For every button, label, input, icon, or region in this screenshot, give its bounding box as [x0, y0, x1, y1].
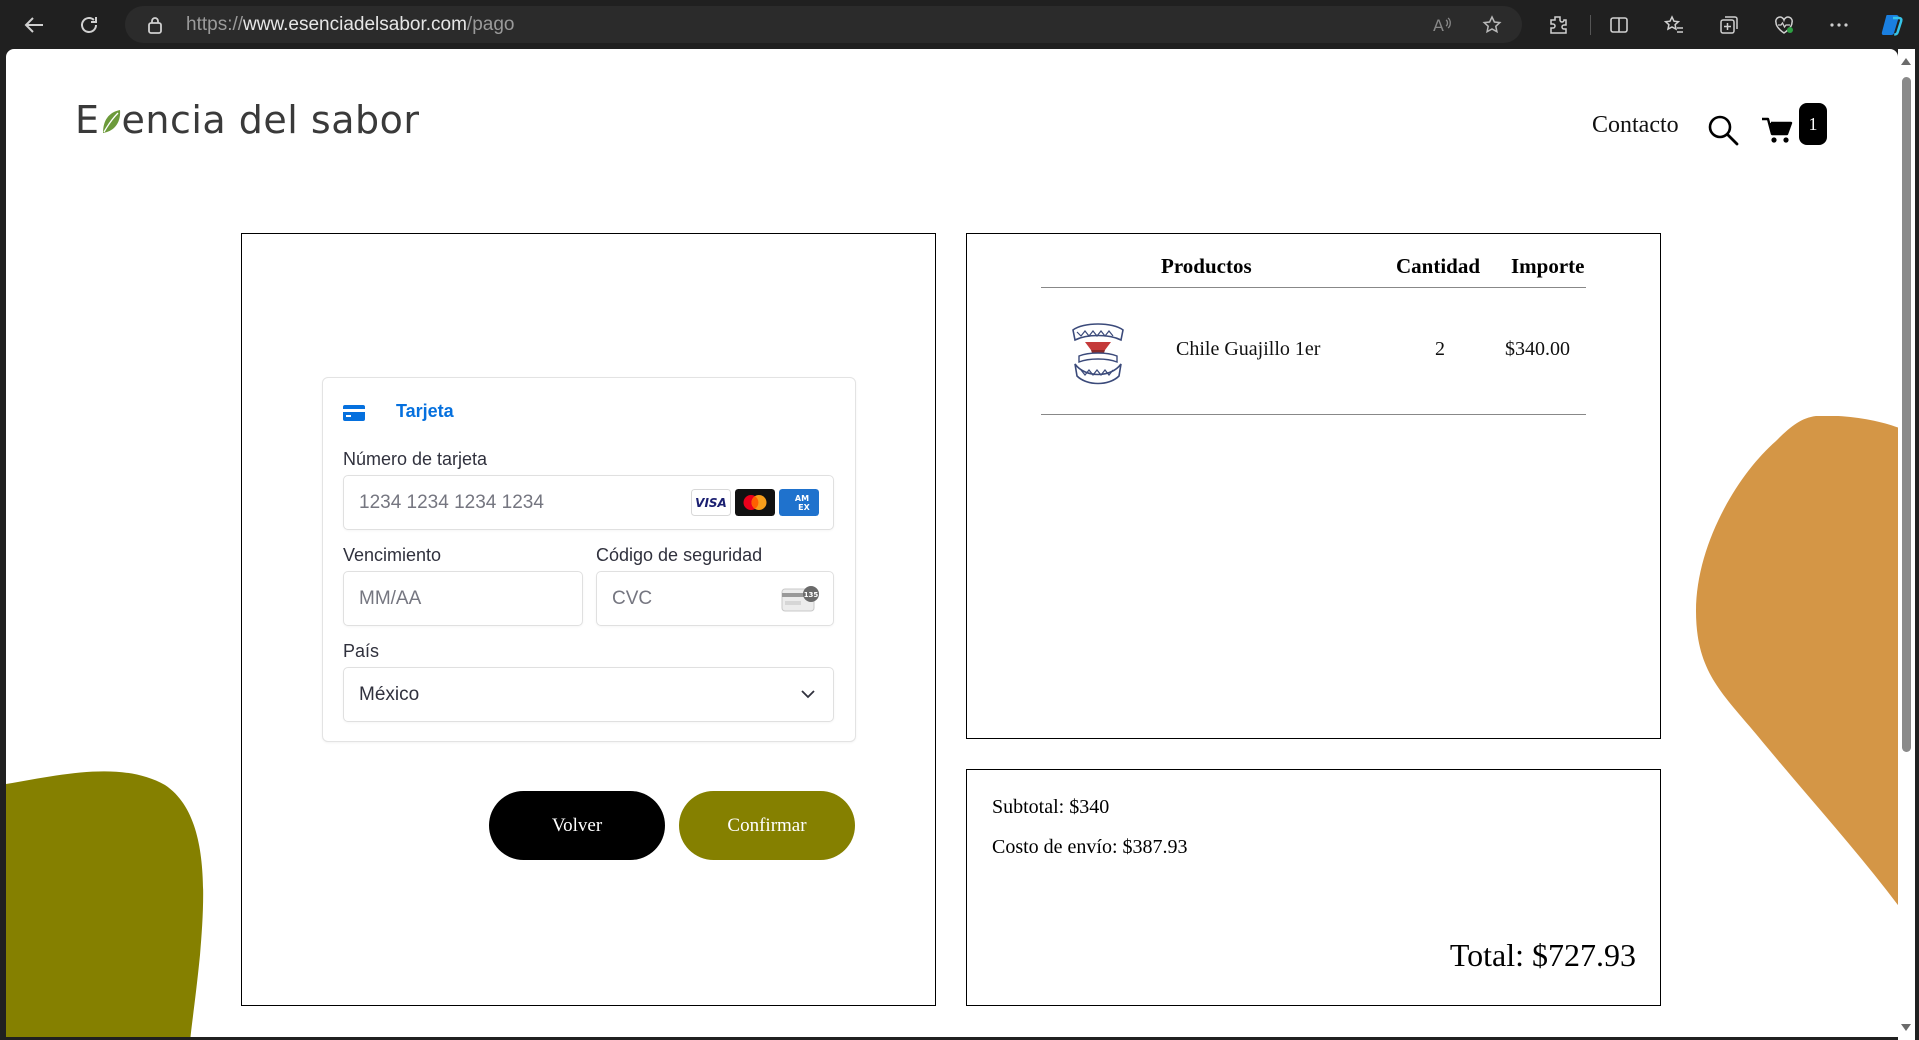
cvc-field[interactable]: CVC 135 [596, 571, 834, 626]
expiry-field[interactable]: MM/AA [343, 571, 583, 626]
browser-essentials-icon[interactable] [1771, 12, 1797, 38]
search-icon[interactable] [1706, 113, 1740, 147]
svg-text:A: A [1433, 16, 1444, 34]
visa-icon: VISA [691, 489, 731, 516]
reload-icon[interactable] [72, 8, 106, 42]
collections-icon[interactable] [1716, 12, 1742, 38]
expiry-label: Vencimiento [343, 545, 442, 565]
logo-text: encia del sabor [121, 98, 420, 142]
col-header-quantity: Cantidad [1396, 254, 1481, 278]
page-scrollbar[interactable] [1898, 49, 1915, 1040]
country-select[interactable]: México [343, 667, 834, 722]
scroll-up-icon[interactable] [1901, 58, 1911, 65]
card-payment-form: Tarjeta Número de tarjeta 1234 1234 1234… [322, 377, 856, 742]
expiry-placeholder: MM/AA [359, 588, 422, 609]
product-thumbnail [1072, 323, 1124, 385]
card-number-field[interactable]: 1234 1234 1234 1234 VISA AM EX [343, 475, 834, 530]
url-path: /pago [466, 14, 515, 35]
subtotal-text: Subtotal: $340 [992, 796, 1110, 818]
address-bar[interactable]: https://www.esenciadelsabor.com/pago A [125, 6, 1522, 43]
toolbar-divider [1590, 15, 1591, 35]
confirm-button[interactable]: Confirmar [679, 791, 855, 860]
country-label: País [343, 641, 380, 661]
country-value: México [359, 684, 420, 705]
svg-text:135: 135 [804, 591, 819, 599]
col-header-products: Productos [1161, 254, 1252, 278]
amex-icon: AM EX [779, 489, 819, 516]
product-name: Chile Guajillo 1er [1176, 338, 1321, 360]
scroll-down-icon[interactable] [1901, 1024, 1911, 1031]
page-viewport: E encia del sabor Contacto 1 Tarjeta Núm… [6, 49, 1898, 1037]
cvc-placeholder: CVC [612, 588, 653, 609]
leaf-logo-icon [102, 110, 120, 133]
logo-first-letter: E [75, 98, 100, 142]
card-number-placeholder: 1234 1234 1234 1234 [359, 492, 544, 513]
tab-card[interactable]: Tarjeta [396, 401, 454, 422]
url-scheme: https:// [186, 14, 244, 35]
copilot-icon[interactable] [1879, 12, 1905, 38]
chevron-down-icon [801, 690, 815, 699]
row-divider [1041, 414, 1586, 415]
site-logo[interactable]: E encia del sabor [75, 98, 420, 142]
more-menu-icon[interactable] [1826, 12, 1852, 38]
cvc-card-icon: 135 [781, 586, 819, 612]
cvc-label: Código de seguridad [596, 545, 763, 565]
card-number-label: Número de tarjeta [343, 449, 488, 469]
back-button[interactable]: Volver [489, 791, 665, 860]
svg-text:VISA: VISA [695, 496, 727, 510]
product-amount: $340.00 [1505, 338, 1570, 360]
nav-contact-link[interactable]: Contacto [1592, 112, 1679, 139]
lock-icon[interactable] [147, 16, 163, 39]
order-products-panel: Productos Cantidad Importe Chile Guajill… [966, 233, 1661, 739]
credit-card-icon [343, 405, 365, 426]
url-text: https://www.esenciadelsabor.com/pago [186, 14, 514, 36]
svg-text:AM: AM [795, 494, 809, 503]
back-arrow-icon[interactable] [17, 8, 51, 42]
read-aloud-icon[interactable]: A [1432, 14, 1454, 36]
total-text: Total: $727.93 [1449, 937, 1636, 973]
mastercard-icon [735, 489, 775, 516]
cart-icon[interactable] [1761, 113, 1795, 147]
favorites-icon[interactable] [1661, 12, 1687, 38]
col-header-amount: Importe [1511, 254, 1585, 278]
cart-count-badge[interactable]: 1 [1799, 103, 1827, 145]
split-screen-icon[interactable] [1606, 12, 1632, 38]
header-divider [1041, 287, 1586, 288]
svg-text:EX: EX [798, 503, 810, 512]
payment-panel: Tarjeta Número de tarjeta 1234 1234 1234… [241, 233, 936, 1006]
orange-decoration-blob [1696, 416, 1898, 906]
scrollbar-thumb[interactable] [1902, 77, 1911, 752]
product-quantity: 2 [1435, 338, 1445, 360]
extensions-icon[interactable] [1545, 12, 1571, 38]
favorite-star-icon[interactable] [1481, 14, 1503, 36]
shipping-cost-text: Costo de envío: $387.93 [992, 836, 1188, 858]
browser-toolbar: https://www.esenciadelsabor.com/pago A [0, 0, 1919, 49]
url-host: www.esenciadelsabor.com [243, 14, 467, 35]
order-totals-panel: Subtotal: $340 Costo de envío: $387.93 T… [966, 769, 1661, 1006]
olive-decoration-blob [6, 771, 204, 1037]
